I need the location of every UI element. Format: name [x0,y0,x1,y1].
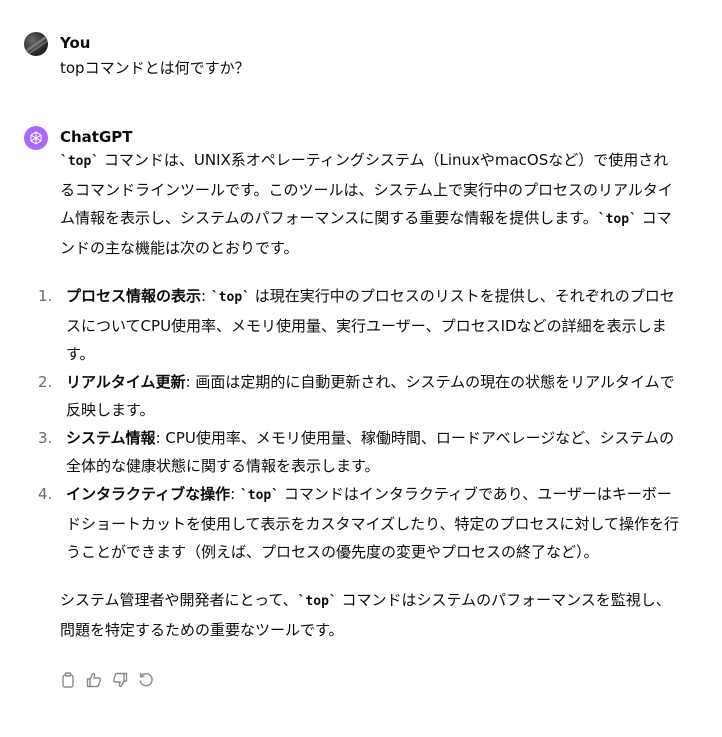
thumbs-down-icon [112,672,128,688]
inline-code: `top` [210,290,250,305]
copy-icon [62,672,74,688]
copy-button[interactable] [60,672,76,688]
user-avatar [24,32,48,56]
assistant-message: ChatGPT `top` コマンドは、UNIX系オペレーティングシステム（Li… [24,126,682,706]
regenerate-icon [139,672,153,687]
thumbs-down-button[interactable] [112,672,128,688]
list-item: 2. リアルタイム更新: 画面は定期的に自動更新され、システムの現在の状態をリアル… [38,368,682,424]
user-author-name: You [60,34,91,52]
list-item: 3. システム情報: CPU使用率、メモリ使用量、稼働時間、ロードアベレージなど、… [38,424,682,480]
list-number: 4. [38,485,53,503]
list-item: 4. インタラクティブな操作: `top` コマンドはインタラクティブであり、ユー… [38,480,682,566]
intro-paragraph: `top` コマンドは、UNIX系オペレーティングシステム（LinuxやmacO… [60,146,682,262]
intro-text: コマンドは、UNIX系オペレーティングシステム（LinuxやmacOSなど）で使… [60,151,673,227]
outro-text: システム管理者や開発者にとって、 [60,591,298,609]
thumbs-up-icon [86,672,102,688]
chatgpt-avatar [24,126,48,150]
outro-paragraph: システム管理者や開発者にとって、`top` コマンドはシステムのパフォーマンスを… [60,586,682,644]
list-item-title: リアルタイム更新 [66,373,186,391]
inline-code: `top` [597,212,637,227]
inline-code: `top` [60,154,100,169]
inline-code: `top` [297,594,337,609]
thumbs-up-button[interactable] [86,672,102,688]
list-item-title: システム情報 [66,429,156,447]
message-actions [60,672,154,688]
openai-logo-icon [30,131,42,145]
assistant-author-name: ChatGPT [60,128,133,146]
list-item-title: インタラクティブな操作 [66,485,231,503]
feature-list: 1. プロセス情報の表示: `top` は現在実行中のプロセスのリストを提供し、そ… [38,282,682,566]
regenerate-button[interactable] [138,672,154,688]
list-item: 1. プロセス情報の表示: `top` は現在実行中のプロセスのリストを提供し、そ… [38,282,682,368]
list-number: 3. [38,429,53,447]
inline-code: `top` [239,488,280,503]
user-message: You topコマンドとは何ですか？ [24,32,682,82]
list-item-title: プロセス情報の表示 [66,287,202,305]
list-number: 2. [38,373,53,391]
user-message-text: topコマンドとは何ですか？ [60,59,250,77]
list-number: 1. [38,287,53,305]
assistant-message-body: `top` コマンドは、UNIX系オペレーティングシステム（LinuxやmacO… [38,146,682,644]
